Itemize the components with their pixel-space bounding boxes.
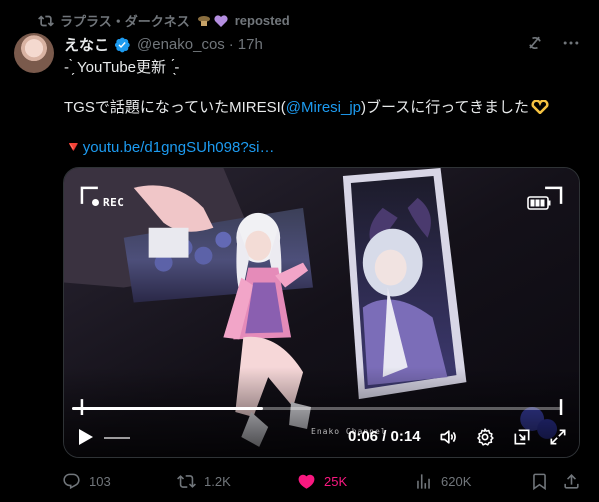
view-count: 620K [441,474,472,489]
link-marker-icon: 🔻 [64,139,83,156]
rec-label: REC [103,196,125,209]
reply-count: 103 [89,474,111,489]
repost-action-icon [177,475,196,488]
video-progress-fill [72,407,263,410]
like-count: 25K [324,474,348,489]
youtube-link[interactable]: youtu.be/d1gngSUh098?si… [83,139,275,156]
separator-dot: · [228,36,234,53]
post-text: - ̗̀ YouTube更新 ̖́- TGSで話題になっていたMIRESI(@M… [64,58,584,158]
post-line-2-prefix: TGSで話題になっていたMIRESI( [64,99,286,116]
repost-emoji-icon [196,13,229,29]
mention-link[interactable]: @Miresi_jp [286,99,361,116]
grok-icon[interactable] [525,33,545,53]
rec-indicator: REC [92,196,124,209]
post-actions: 103 1.2K 25K 620K [62,470,584,494]
volume-slider[interactable] [104,437,130,439]
repost-context[interactable]: ラプラス・ダークネス reposted [38,11,290,30]
author-handle[interactable]: @enako_cos [137,36,225,53]
post[interactable]: ラプラス・ダークネス reposted えなこ @enako_cos · 17h… [0,0,599,502]
video-controls: 0:06 / 0:14 [64,420,579,454]
like-button[interactable]: 25K [297,472,347,491]
battery-icon [527,196,551,210]
more-options-icon[interactable] [561,33,581,53]
views-button[interactable]: 620K [414,472,471,491]
heart-hands-emoji-icon [531,99,549,115]
post-header: えなこ @enako_cos · 17h [64,34,579,55]
post-time[interactable]: 17h [238,36,263,53]
analytics-icon [417,474,430,489]
avatar[interactable] [14,33,54,73]
repost-user[interactable]: ラプラス・ダークネス [60,11,190,30]
author-name[interactable]: えなこ [64,34,109,55]
camera-frame-overlay [80,186,563,416]
volume-icon[interactable] [438,427,458,447]
post-line-3: 🔻youtu.be/d1gngSUh098?si… [64,138,584,158]
heart-filled-icon [298,474,315,489]
post-line-2-suffix: )ブースに行ってきました [361,99,530,116]
repost-button[interactable]: 1.2K [177,472,231,491]
video-player[interactable]: REC Enako Channel 0:06 / 0:14 [63,167,580,458]
video-progress-bar[interactable] [72,407,561,410]
settings-gear-icon[interactable] [475,427,495,447]
video-time: 0:06 / 0:14 [348,428,421,445]
fullscreen-icon[interactable] [548,427,568,447]
rec-dot-icon [92,199,99,206]
verified-badge-icon[interactable] [113,36,131,54]
header-actions [525,33,581,53]
post-line-2: TGSで話題になっていたMIRESI(@Miresi_jp)ブースに行ってきまし… [64,98,584,118]
share-icon[interactable] [562,472,581,491]
repost-icon [38,15,54,26]
repost-count: 1.2K [204,474,231,489]
repost-suffix: reposted [234,13,290,28]
picture-in-picture-icon[interactable] [512,427,532,447]
play-icon[interactable] [78,428,94,446]
bookmark-icon[interactable] [530,472,549,491]
reply-icon [63,473,80,490]
reply-button[interactable]: 103 [62,472,111,491]
post-line-1: - ̗̀ YouTube更新 ̖́- [64,59,180,76]
